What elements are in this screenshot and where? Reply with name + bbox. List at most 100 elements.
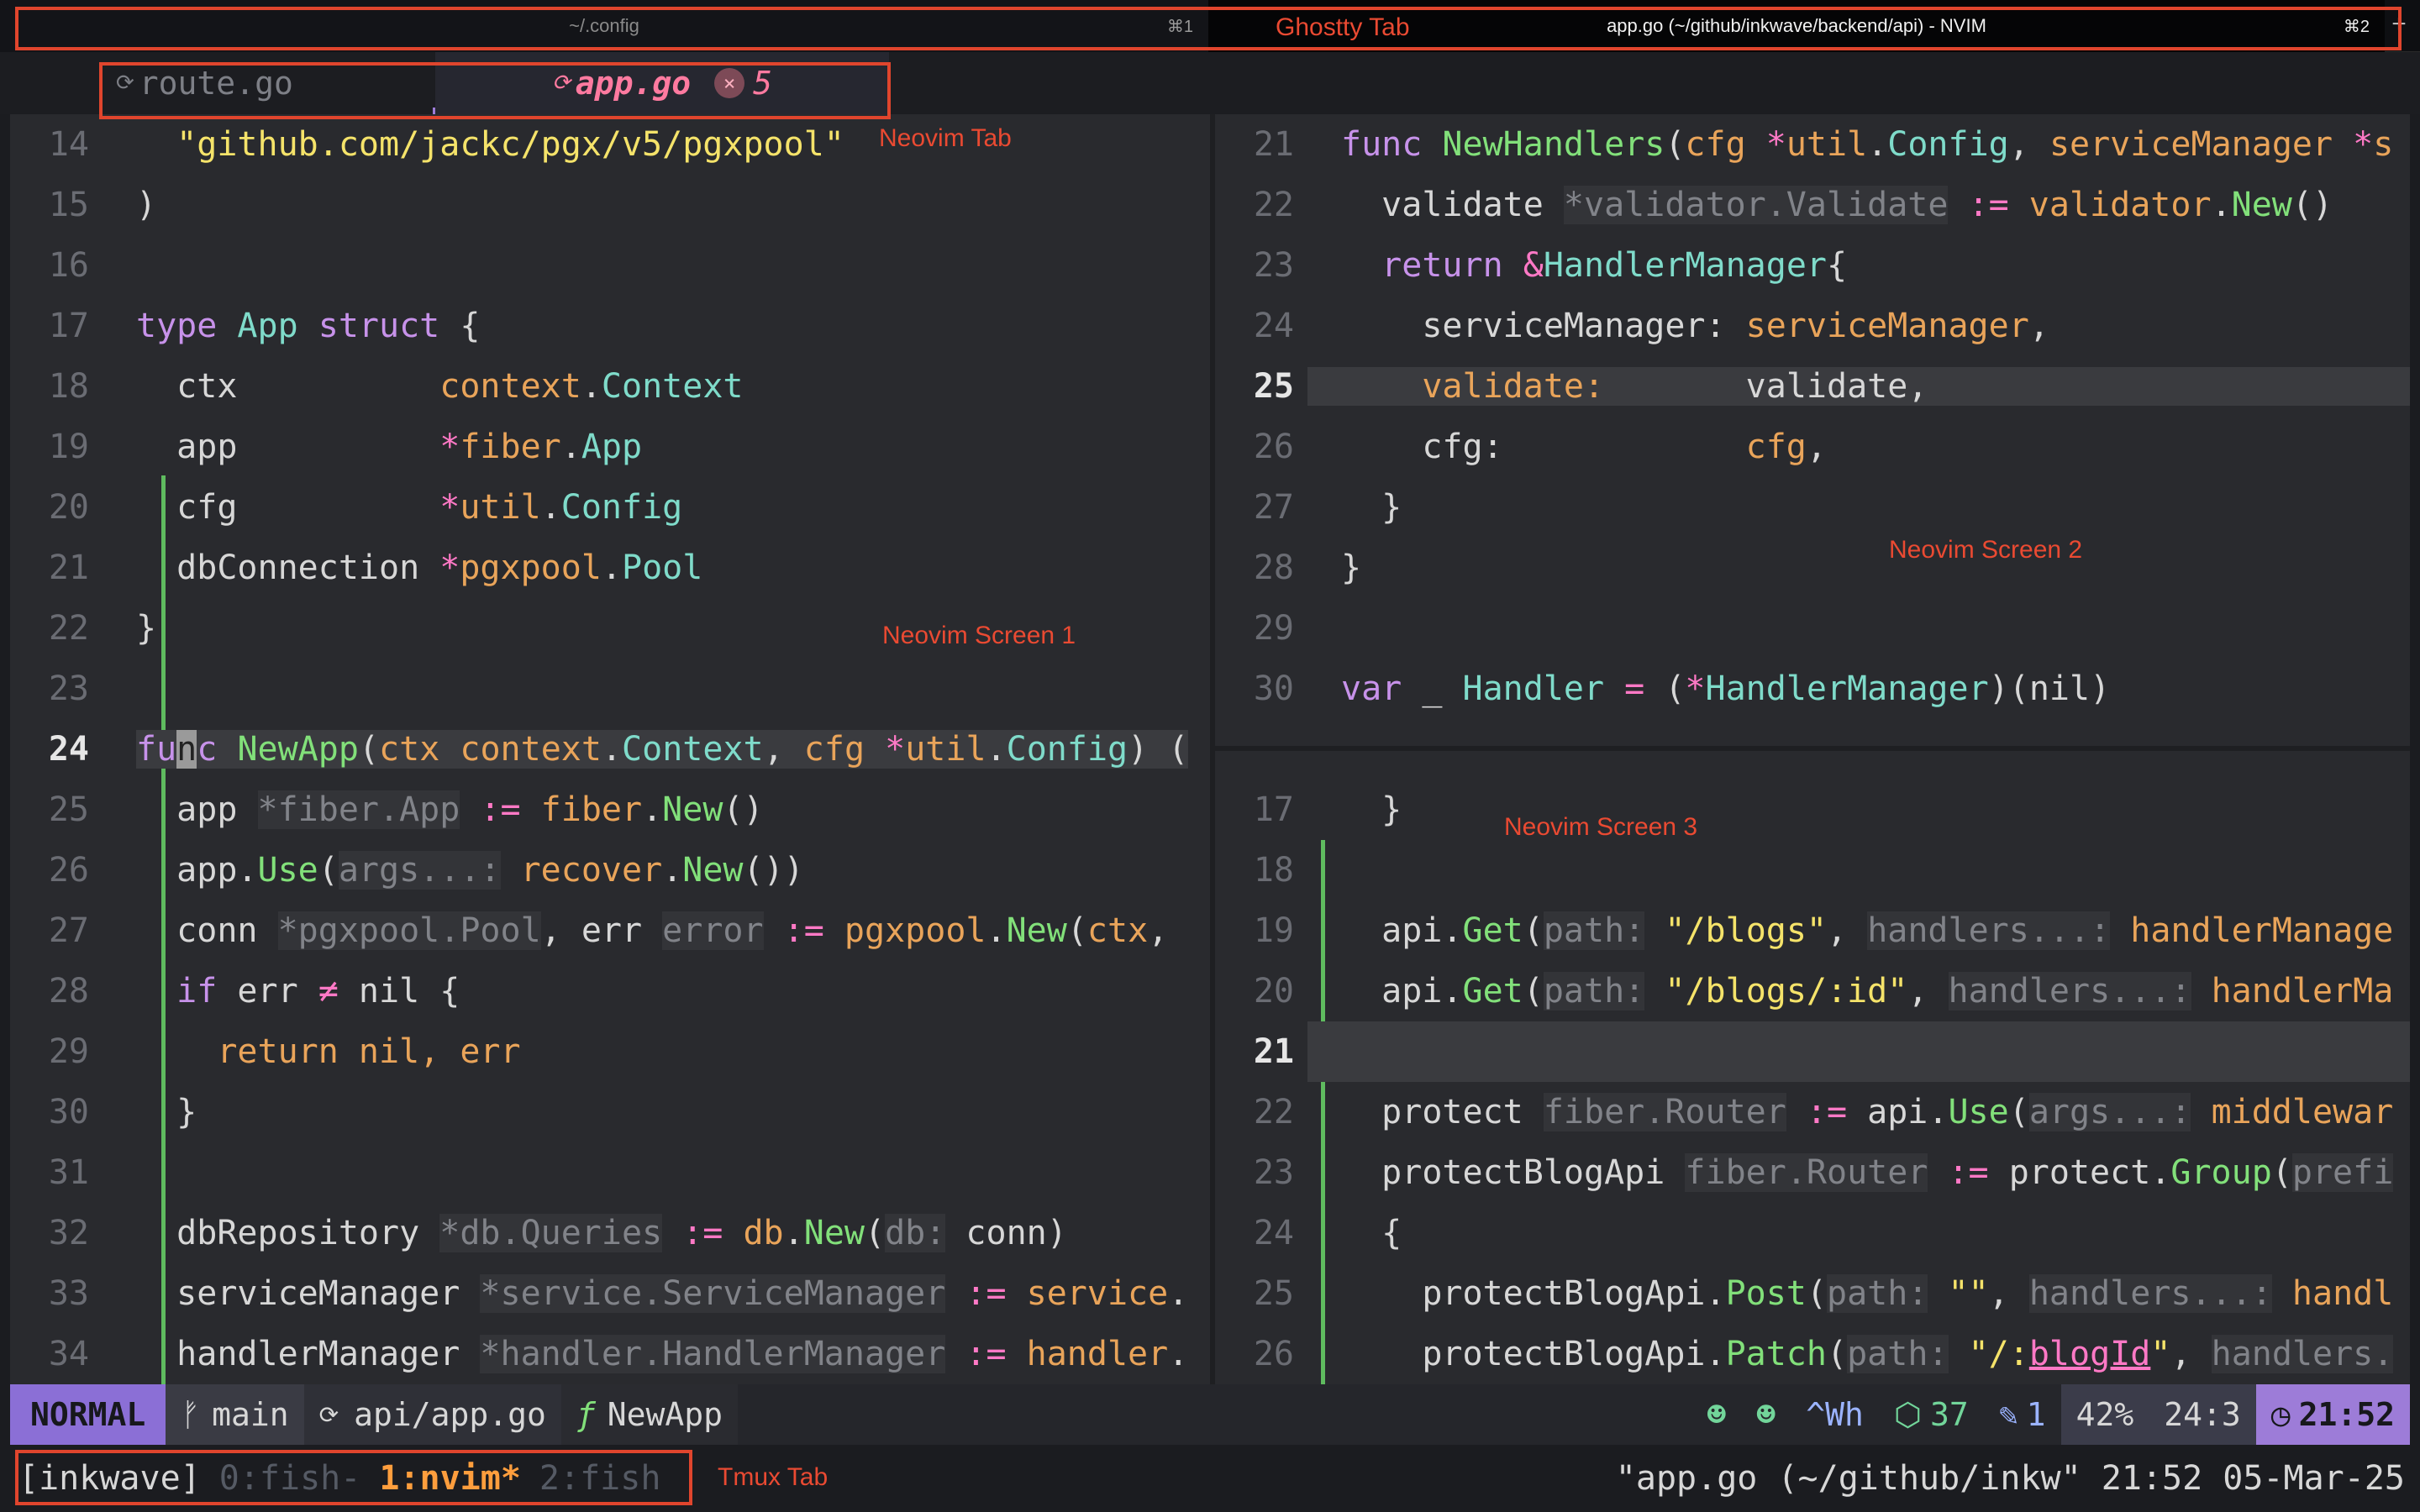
code-text: }: [136, 609, 157, 648]
code-line[interactable]: 16: [10, 235, 1210, 296]
code-text: dbConnection *pgxpool.Pool: [136, 549, 703, 587]
git-branch[interactable]: ᚠ main: [166, 1384, 304, 1445]
line-number: 18: [48, 367, 89, 406]
code-text: handlerManager *handler.HandlerManager :…: [136, 1335, 1189, 1373]
go-icon: ⟳: [552, 71, 571, 96]
lsp-status[interactable]: ⬡ 37: [1879, 1384, 1984, 1445]
copilot-icon: ☻: [1707, 1396, 1727, 1433]
code-line[interactable]: 23: [10, 659, 1210, 719]
code-line[interactable]: 26 cfg: cfg,: [1215, 417, 2410, 477]
neovim-window-1[interactable]: 14 "github.com/jackc/pgx/v5/pgxpool" 15)…: [10, 114, 1210, 1384]
code-line-current[interactable]: 24 func NewApp(ctx context.Context, cfg *…: [10, 719, 1210, 780]
code-line[interactable]: 24 serviceManager: serviceManager,: [1215, 296, 2410, 356]
code-line[interactable]: 22 protect fiber.Router := api.Use(args.…: [1215, 1082, 2410, 1142]
line-number: 27: [1253, 488, 1294, 527]
code-line[interactable]: 19 api.Get(path: "/blogs", handlers...: …: [1215, 900, 2410, 961]
line-number: 19: [1253, 911, 1294, 950]
code-line[interactable]: 33 serviceManager *service.ServiceManage…: [10, 1263, 1210, 1324]
code-text: cfg: cfg,: [1341, 428, 1827, 466]
code-line[interactable]: 19 app *fiber.App: [10, 417, 1210, 477]
line-number: 29: [48, 1032, 89, 1071]
file-path[interactable]: ⟳ api/app.go: [303, 1384, 561, 1445]
code-line[interactable]: 20 api.Get(path: "/blogs/:id", handlers.…: [1215, 961, 2410, 1021]
code-line[interactable]: 25 app *fiber.App := fiber.New(): [10, 780, 1210, 840]
branch-name: main: [212, 1396, 289, 1433]
neovim-window-2[interactable]: 21 func NewHandlers(cfg *util.Config, ser…: [1215, 114, 2410, 746]
line-number: 17: [1253, 790, 1294, 829]
line-number: 24: [1253, 1214, 1294, 1252]
code-text: serviceManager *service.ServiceManager :…: [136, 1274, 1189, 1313]
code-line[interactable]: 26 protectBlogApi.Patch(path: "/:blogId"…: [1215, 1324, 2410, 1384]
code-line[interactable]: 18 ctx context.Context: [10, 356, 1210, 417]
code-line-current[interactable]: 21: [1215, 1021, 2410, 1082]
tmux-window-2[interactable]: 2:fish: [539, 1459, 661, 1498]
code-line[interactable]: 34 handlerManager *handler.HandlerManage…: [10, 1324, 1210, 1384]
line-number: 32: [48, 1214, 89, 1252]
line-number: 26: [48, 851, 89, 890]
code-line[interactable]: 31: [10, 1142, 1210, 1203]
code-text: func NewHandlers(cfg *util.Config, servi…: [1341, 125, 2394, 164]
ghostty-tab-shortcut: ⌘1: [1166, 17, 1193, 36]
code-line[interactable]: 14 "github.com/jackc/pgx/v5/pgxpool": [10, 114, 1210, 175]
code-text: protect fiber.Router := api.Use(args...:…: [1341, 1093, 2394, 1131]
code-line[interactable]: 20 cfg *util.Config: [10, 477, 1210, 538]
code-line[interactable]: 22 validate *validator.Validate := valid…: [1215, 175, 2410, 235]
function-context[interactable]: ƒ NewApp: [560, 1384, 739, 1445]
line-number: 26: [1253, 1335, 1294, 1373]
function-name: NewApp: [607, 1396, 723, 1433]
code-line[interactable]: 15): [10, 175, 1210, 235]
edit-count: 1: [2026, 1396, 2046, 1433]
tmux-window-0[interactable]: 0:fish-: [219, 1459, 361, 1498]
screen1-annotation: Neovim Screen 1: [882, 622, 1076, 649]
edit-status[interactable]: ✎ 1: [1984, 1384, 2061, 1445]
code-line[interactable]: 21 func NewHandlers(cfg *util.Config, ser…: [1215, 114, 2410, 175]
code-line[interactable]: 17 type App struct {: [10, 296, 1210, 356]
screen3-annotation: Neovim Screen 3: [1504, 813, 1698, 841]
code-line[interactable]: 27 conn *pgxpool.Pool, err error := pgxp…: [10, 900, 1210, 961]
code-line[interactable]: 18: [1215, 840, 2410, 900]
tmux-window-1[interactable]: 1:nvim*: [379, 1459, 521, 1498]
code-line[interactable]: 24 {: [1215, 1203, 2410, 1263]
ghostty-tab-config[interactable]: ~/.config ⌘1: [0, 0, 1208, 52]
code-line[interactable]: 30 }: [10, 1082, 1210, 1142]
line-number: 25: [1253, 1274, 1294, 1313]
neovim-window-3[interactable]: 17 } 18 19 api.Get(path: "/blogs", handl…: [1215, 751, 2410, 1384]
line-number: 23: [48, 669, 89, 708]
code-line[interactable]: 28}: [1215, 538, 2410, 598]
line-number: 20: [1253, 972, 1294, 1011]
code-line[interactable]: 29 return nil, err: [10, 1021, 1210, 1082]
code-line[interactable]: 26 app.Use(args...: recover.New()): [10, 840, 1210, 900]
code-text: validate *validator.Validate := validato…: [1341, 186, 2333, 224]
keys-text: ^Wh: [1806, 1396, 1864, 1433]
code-line[interactable]: 17 }: [1215, 780, 2410, 840]
line-number: 30: [1253, 669, 1294, 708]
error-count: 5: [753, 65, 772, 102]
line-number: 31: [48, 1153, 89, 1192]
neovim-tab-annotation: Neovim Tab: [879, 124, 1012, 152]
copilot-status[interactable]: ☻: [1691, 1384, 1741, 1445]
code-text: var _ Handler = (*HandlerManager)(nil): [1341, 669, 2111, 708]
buffer-tab-route[interactable]: ⟳ route.go: [101, 52, 420, 114]
clock-icon: ◷: [2270, 1396, 2291, 1433]
copilot-status-2[interactable]: ☻: [1741, 1384, 1791, 1445]
buffer-tab-app[interactable]: ⟳ app.go × 5: [435, 52, 889, 114]
tmux-session[interactable]: [inkwave]: [18, 1459, 201, 1498]
code-line[interactable]: 30 var _ Handler = (*HandlerManager)(nil): [1215, 659, 2410, 719]
line-number: 21: [48, 549, 89, 587]
code-line-current[interactable]: 25 validate: validate,: [1215, 356, 2410, 417]
code-line[interactable]: 32 dbRepository *db.Queries := db.New(db…: [10, 1203, 1210, 1263]
line-number: 33: [48, 1274, 89, 1313]
code-line[interactable]: 25 protectBlogApi.Post(path: "", handler…: [1215, 1263, 2410, 1324]
code-line[interactable]: 21 dbConnection *pgxpool.Pool: [10, 538, 1210, 598]
code-line[interactable]: 27 }: [1215, 477, 2410, 538]
line-number: 28: [48, 972, 89, 1011]
code-line[interactable]: 29: [1215, 598, 2410, 659]
code-line[interactable]: 23 return &HandlerManager{: [1215, 235, 2410, 296]
new-tab-button[interactable]: +: [2385, 5, 2413, 44]
code-line[interactable]: 28 if err ≠ nil {: [10, 961, 1210, 1021]
code-text: conn *pgxpool.Pool, err error := pgxpool…: [136, 911, 1169, 950]
code-text: dbRepository *db.Queries := db.New(db: c…: [136, 1214, 1067, 1252]
code-line[interactable]: 23 protectBlogApi fiber.Router := protec…: [1215, 1142, 2410, 1203]
mode-indicator: NORMAL: [10, 1384, 166, 1445]
neovim-tabline: ⟳ route.go ⟳ app.go × 5: [0, 52, 2420, 165]
